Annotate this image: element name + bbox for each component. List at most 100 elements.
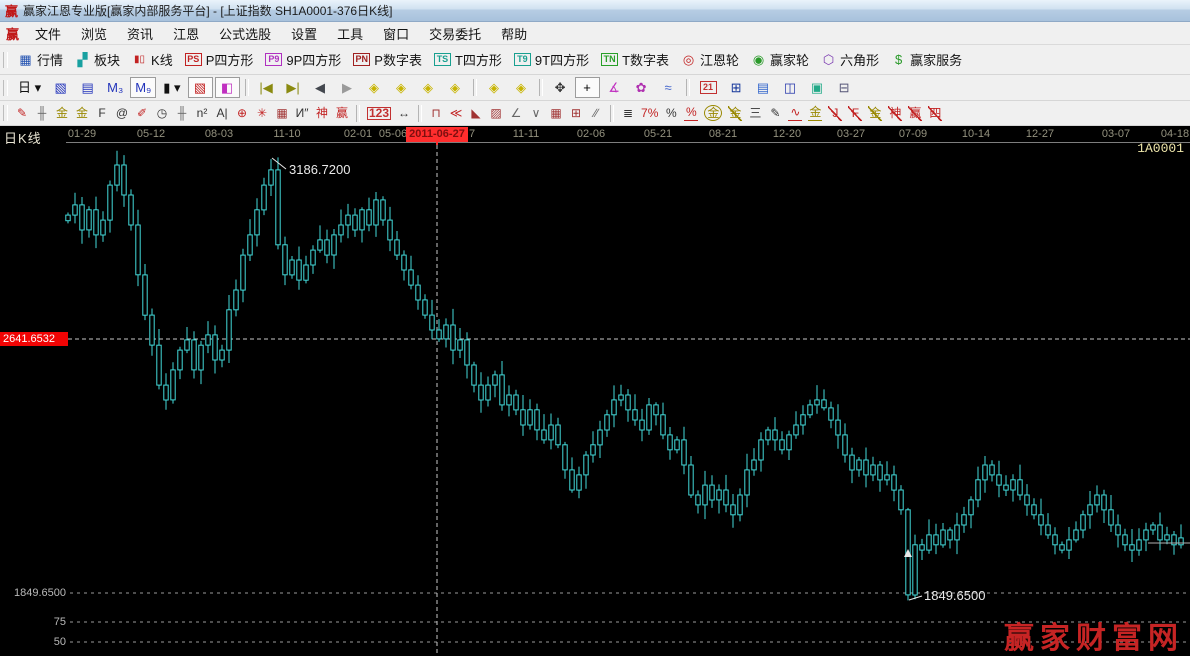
zoom-diamond-expand-button[interactable]: ◈	[416, 77, 441, 98]
toolbar-grip[interactable]	[3, 52, 8, 68]
next-bar-button[interactable]: ▶	[335, 77, 360, 98]
grid-comb-button[interactable]: ╫	[32, 103, 52, 124]
ladder-list-button[interactable]: ≣	[618, 103, 638, 124]
winner-wheel-button[interactable]: ◉赢家轮	[746, 47, 814, 72]
percent-line-button[interactable]: %	[681, 102, 701, 124]
fan-box-button[interactable]: ◣	[466, 103, 486, 124]
wave-9-button[interactable]: M₉	[130, 77, 156, 98]
hatch-lines-button[interactable]: ∕∕	[586, 103, 606, 124]
wave-3-button[interactable]: M₃	[102, 77, 128, 98]
t-square-button[interactable]: TST四方形	[429, 47, 507, 72]
angle-measure-button[interactable]: ∡	[602, 77, 627, 98]
gold-grid-1-button[interactable]: 金	[52, 103, 72, 124]
gann-compass-button[interactable]: ⊕	[232, 103, 252, 124]
quotes-button[interactable]: ▦行情	[13, 47, 68, 72]
gold-line-button[interactable]: 金	[805, 102, 825, 124]
crosshair-tool-button[interactable]: +	[575, 77, 600, 98]
ying-angle-button[interactable]: 赢	[905, 103, 925, 124]
volume-histogram-button[interactable]: ◧	[215, 77, 240, 98]
four-angle-button[interactable]: 四	[925, 103, 945, 124]
f-grid-button[interactable]: F	[92, 103, 112, 124]
wave-brain-button[interactable]: ≈	[656, 77, 681, 98]
ray-fan-button[interactable]: ≪	[446, 103, 466, 124]
calculator-button[interactable]: ⊞	[724, 77, 749, 98]
9p-square-button[interactable]: P99P四方形	[260, 47, 346, 72]
shaded-box-button[interactable]: ▨	[486, 103, 506, 124]
zoom-diamond-right-button[interactable]: ◈	[389, 77, 414, 98]
go-last-button[interactable]: ▶|	[281, 77, 306, 98]
comb-2-button[interactable]: ╫	[172, 103, 192, 124]
grid-box-arrow-button[interactable]: ⊞	[566, 103, 586, 124]
kline-button[interactable]: ▮▯K线	[127, 47, 178, 72]
candle-style-dropdown-button[interactable]: ▮ ▾	[158, 77, 185, 98]
wave-channel-button[interactable]: ∿	[785, 102, 805, 124]
toolbar-grip[interactable]	[3, 80, 8, 96]
frame-tool-button[interactable]: ⊓	[426, 103, 446, 124]
angle-rays-button[interactable]: ∠	[506, 103, 526, 124]
report-sheet-button[interactable]: ▤	[751, 77, 776, 98]
menu-item-gann[interactable]: 江恩	[163, 22, 209, 45]
p-square-button[interactable]: PSP四方形	[180, 47, 259, 72]
a-channel-button[interactable]: A|	[212, 103, 232, 124]
gold-grid-2-button[interactable]: 金	[72, 103, 92, 124]
network-windows-button[interactable]: ▣	[805, 77, 830, 98]
pen-button[interactable]: ✎	[12, 103, 32, 124]
star-burst-button[interactable]: ✳	[252, 103, 272, 124]
percent-7-button[interactable]: 7%	[638, 103, 661, 124]
save-disk-button[interactable]: ◫	[778, 77, 803, 98]
calendar-21-button[interactable]: 21	[695, 78, 722, 97]
zigzag-button[interactable]: ∨	[526, 103, 546, 124]
sectors-button[interactable]: ▞板块	[70, 47, 125, 72]
percent-button[interactable]: %	[661, 103, 681, 124]
menu-item-file[interactable]: 文件	[25, 22, 71, 45]
hexagon-button[interactable]: ⬡六角形	[816, 47, 884, 72]
child-window-logo-icon[interactable]: 赢	[4, 24, 25, 43]
candlestick-chart[interactable]	[0, 145, 1190, 656]
gann-wheel-button[interactable]: ◎江恩轮	[676, 47, 744, 72]
gann-flower-button[interactable]: ✿	[629, 77, 654, 98]
9t-square-button[interactable]: T99T四方形	[509, 47, 594, 72]
j-angle-button[interactable]: J	[825, 103, 845, 124]
prev-bar-button[interactable]: ◀	[308, 77, 333, 98]
brush-button[interactable]: ✐	[132, 103, 152, 124]
chart-pattern-button[interactable]: ▧	[48, 77, 73, 98]
p-number-table-button[interactable]: PNP数字表	[348, 47, 427, 72]
my-computer-button[interactable]: ⊟	[832, 77, 857, 98]
zoom-diamond-left-button[interactable]: ◈	[362, 77, 387, 98]
compress-right-button[interactable]: ◈	[509, 77, 534, 98]
menu-item-trade-entrust[interactable]: 交易委托	[419, 22, 491, 45]
menu-item-tools[interactable]: 工具	[327, 22, 373, 45]
menu-item-settings[interactable]: 设置	[281, 22, 327, 45]
shen-angle-button[interactable]: 神	[885, 103, 905, 124]
winner-service-button[interactable]: $赢家服务	[886, 47, 967, 72]
spiral-button[interactable]: @	[112, 103, 132, 124]
menu-item-formula-stock-pick[interactable]: 公式选股	[209, 22, 281, 45]
menu-item-browse[interactable]: 浏览	[71, 22, 117, 45]
menu-item-window[interactable]: 窗口	[373, 22, 419, 45]
grid-box-button[interactable]: ▦	[546, 103, 566, 124]
n-squared-button[interactable]: n²	[192, 103, 212, 124]
menu-item-help[interactable]: 帮助	[491, 22, 537, 45]
gold-slash-button[interactable]: 金	[725, 103, 745, 124]
menu-item-news[interactable]: 资讯	[117, 22, 163, 45]
gold-circle-button[interactable]: 金	[701, 102, 725, 124]
toolbar-grip[interactable]	[3, 105, 8, 121]
period-day-dropdown-button[interactable]: 日 ▾	[13, 77, 46, 98]
three-line-button[interactable]: 三	[745, 103, 765, 124]
gann-shape-button[interactable]: ▧	[188, 77, 213, 98]
ruler-123-button[interactable]: 123	[364, 104, 394, 123]
pan-hand-button[interactable]: ✥	[548, 77, 573, 98]
go-first-button[interactable]: |◀	[254, 77, 279, 98]
toggle-pen-button[interactable]: ✎	[765, 103, 785, 124]
compress-left-button[interactable]: ◈	[482, 77, 507, 98]
ying-tool-button[interactable]: 赢	[332, 103, 352, 124]
k-notation-button[interactable]: И″	[292, 103, 312, 124]
shen-tool-button[interactable]: 神	[312, 103, 332, 124]
info-note-button[interactable]: ▤	[75, 77, 100, 98]
span-arrows-button[interactable]: ↔	[394, 103, 414, 124]
gold-angle-button[interactable]: 金	[865, 103, 885, 124]
time-clock-button[interactable]: ◷	[152, 103, 172, 124]
zoom-diamond-shrink-button[interactable]: ◈	[443, 77, 468, 98]
t-number-table-button[interactable]: TNT数字表	[596, 47, 674, 72]
square-target-button[interactable]: ▦	[272, 103, 292, 124]
